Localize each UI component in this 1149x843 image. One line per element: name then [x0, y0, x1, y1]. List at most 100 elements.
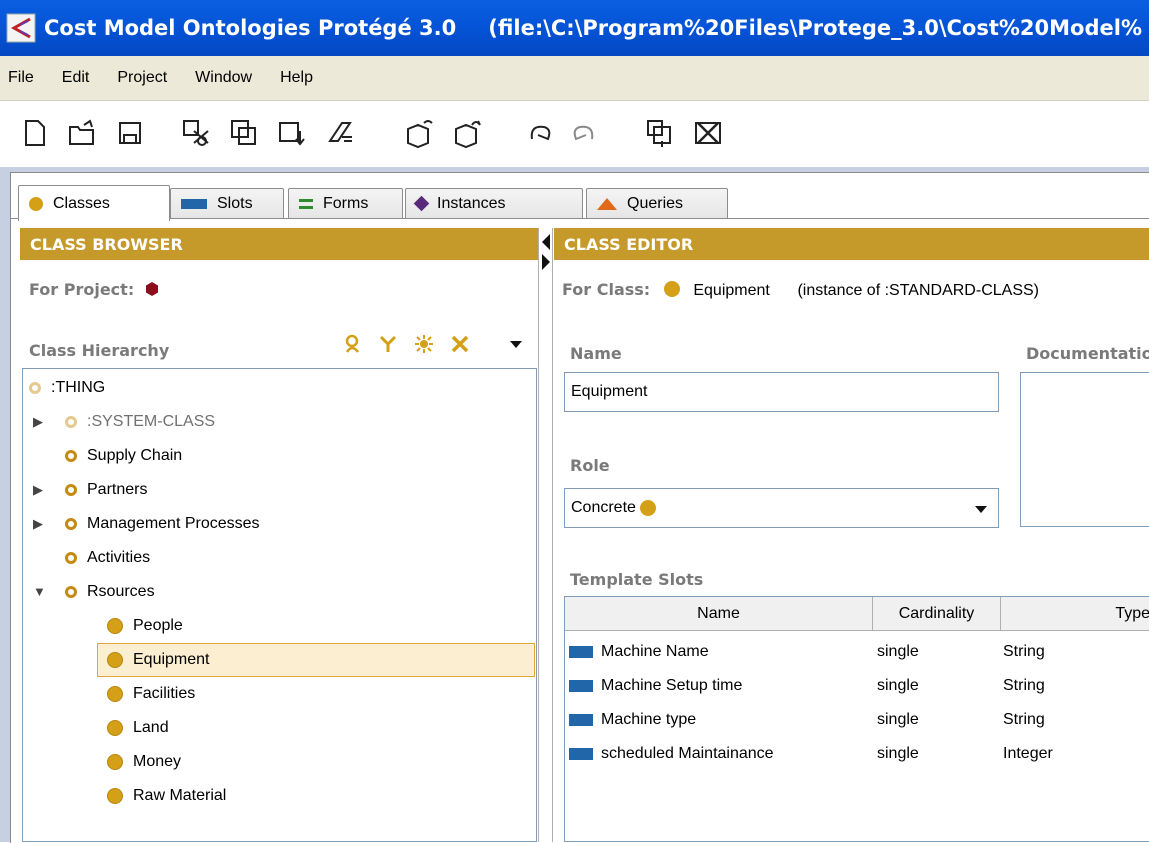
tree-node[interactable]: Raw Material [107, 779, 226, 813]
abstract-class-icon [65, 586, 77, 598]
menu-file[interactable]: File [8, 69, 34, 87]
project-hexagon-icon [145, 282, 158, 296]
abstract-class-icon [65, 416, 77, 428]
expand-toggle-icon[interactable]: ▶ [33, 516, 43, 532]
delete-class-icon[interactable] [450, 334, 470, 354]
tree-node[interactable]: Equipment [97, 643, 535, 677]
create-instance-icon[interactable] [644, 117, 676, 149]
tree-node[interactable]: Facilities [107, 677, 195, 711]
menu-bar: File Edit Project Window Help [0, 56, 1149, 101]
tree-node[interactable]: Land [107, 711, 169, 745]
documentation-label: Documentation [1026, 344, 1149, 363]
table-row[interactable]: scheduled Maintainance single Integer [565, 737, 1149, 771]
tree-node[interactable]: Money [107, 745, 181, 779]
role-dropdown[interactable]: Concrete [564, 488, 999, 528]
redo-icon[interactable] [568, 117, 600, 149]
slot-name: Machine Setup time [601, 677, 743, 694]
tree-node[interactable]: Partners [65, 473, 147, 507]
menu-edit[interactable]: Edit [62, 69, 90, 87]
column-header-type[interactable]: Type [1001, 597, 1149, 631]
for-class-name: Equipment [693, 282, 770, 299]
template-slots-label: Template Slots [570, 570, 704, 589]
panel-splitter[interactable] [538, 228, 553, 842]
abstract-class-icon [29, 382, 41, 394]
slot-icon [569, 646, 593, 658]
slot-icon [569, 748, 593, 760]
paste-icon[interactable] [276, 117, 308, 149]
tree-node[interactable]: Activities [65, 541, 150, 575]
query-icon [597, 197, 617, 210]
slot-name: Machine Name [601, 643, 709, 660]
tree-node-label: Management Processes [87, 515, 260, 532]
concrete-class-icon [107, 788, 123, 804]
slot-name: scheduled Maintainance [601, 745, 774, 762]
tab-forms[interactable]: Forms [288, 188, 403, 218]
menu-window[interactable]: Window [195, 69, 252, 87]
dropdown-arrow-icon[interactable] [509, 338, 523, 350]
open-folder-icon[interactable] [66, 117, 98, 149]
tree-node[interactable]: :SYSTEM-CLASS [65, 405, 215, 439]
tab-slots[interactable]: Slots [170, 188, 284, 218]
chevron-down-icon[interactable] [974, 503, 988, 515]
tree-node-label: :THING [51, 379, 106, 396]
create-subclass-icon[interactable] [378, 334, 398, 354]
expand-toggle-icon[interactable]: ▶ [33, 482, 43, 498]
tree-node[interactable]: Rsources [65, 575, 155, 609]
slot-type: String [1003, 711, 1045, 728]
new-file-icon[interactable] [18, 117, 50, 149]
class-icon [29, 196, 43, 211]
collapse-toggle-icon[interactable]: ▼ [33, 584, 46, 599]
slot-type: String [1003, 643, 1045, 660]
slot-type: String [1003, 677, 1045, 694]
tree-node[interactable]: :THING [29, 371, 105, 405]
tab-classes[interactable]: Classes [18, 185, 170, 221]
concrete-class-icon [107, 720, 123, 736]
tree-node[interactable]: Management Processes [65, 507, 260, 541]
class-name-field[interactable]: Equipment [564, 372, 999, 412]
column-header-cardinality[interactable]: Cardinality [873, 597, 1001, 631]
save-icon[interactable] [114, 117, 146, 149]
undo-icon[interactable] [524, 117, 556, 149]
copy-icon[interactable] [228, 117, 260, 149]
menu-project[interactable]: Project [117, 69, 167, 87]
tree-node-label: Supply Chain [87, 447, 183, 464]
documentation-field[interactable] [1020, 372, 1149, 527]
table-row[interactable]: Machine Name single String [565, 635, 1149, 669]
include-project-icon[interactable] [452, 117, 484, 149]
concrete-class-icon [107, 618, 123, 634]
tab-divider [10, 218, 1149, 219]
name-label: Name [570, 344, 622, 363]
expand-toggle-icon[interactable]: ▶ [33, 414, 43, 430]
form-icon [299, 198, 313, 209]
cut-icon[interactable] [180, 117, 212, 149]
tab-queries[interactable]: Queries [586, 188, 728, 218]
slot-name-cell: Machine type [565, 703, 696, 737]
column-header-name[interactable]: Name [565, 597, 873, 631]
class-hierarchy-label: Class Hierarchy [29, 341, 170, 360]
menu-help[interactable]: Help [280, 69, 313, 87]
clear-icon[interactable] [324, 117, 356, 149]
abstract-class-icon [65, 518, 77, 530]
tree-node-label: Equipment [133, 651, 210, 668]
view-class-references-icon[interactable] [344, 334, 364, 354]
splitter-arrows-icon[interactable] [540, 232, 552, 272]
table-row[interactable]: Machine Setup time single String [565, 669, 1149, 703]
template-slots-table: Name Cardinality Type Machine Name single… [564, 596, 1149, 842]
tree-node-label: Rsources [87, 583, 155, 600]
title-bar: Cost Model Ontologies Protégé 3.0 (file:… [0, 0, 1149, 56]
tree-node[interactable]: Supply Chain [65, 439, 182, 473]
slot-icon [181, 198, 207, 209]
table-row[interactable]: Machine type single String [565, 703, 1149, 737]
insert-project-icon[interactable] [404, 117, 436, 149]
class-icon [663, 281, 680, 297]
window-title: Cost Model Ontologies Protégé 3.0 [44, 16, 457, 40]
role-label: Role [570, 456, 610, 475]
tree-node-label: People [133, 617, 183, 634]
tab-instances[interactable]: Instances [405, 188, 583, 218]
tree-node[interactable]: People [107, 609, 183, 643]
for-class-row: For Class: Equipment (instance of :STAND… [562, 280, 1039, 299]
delete-icon[interactable] [692, 117, 724, 149]
add-superclass-icon[interactable] [414, 334, 434, 354]
concrete-class-icon [107, 754, 123, 770]
tree-node-label: :SYSTEM-CLASS [87, 413, 216, 430]
